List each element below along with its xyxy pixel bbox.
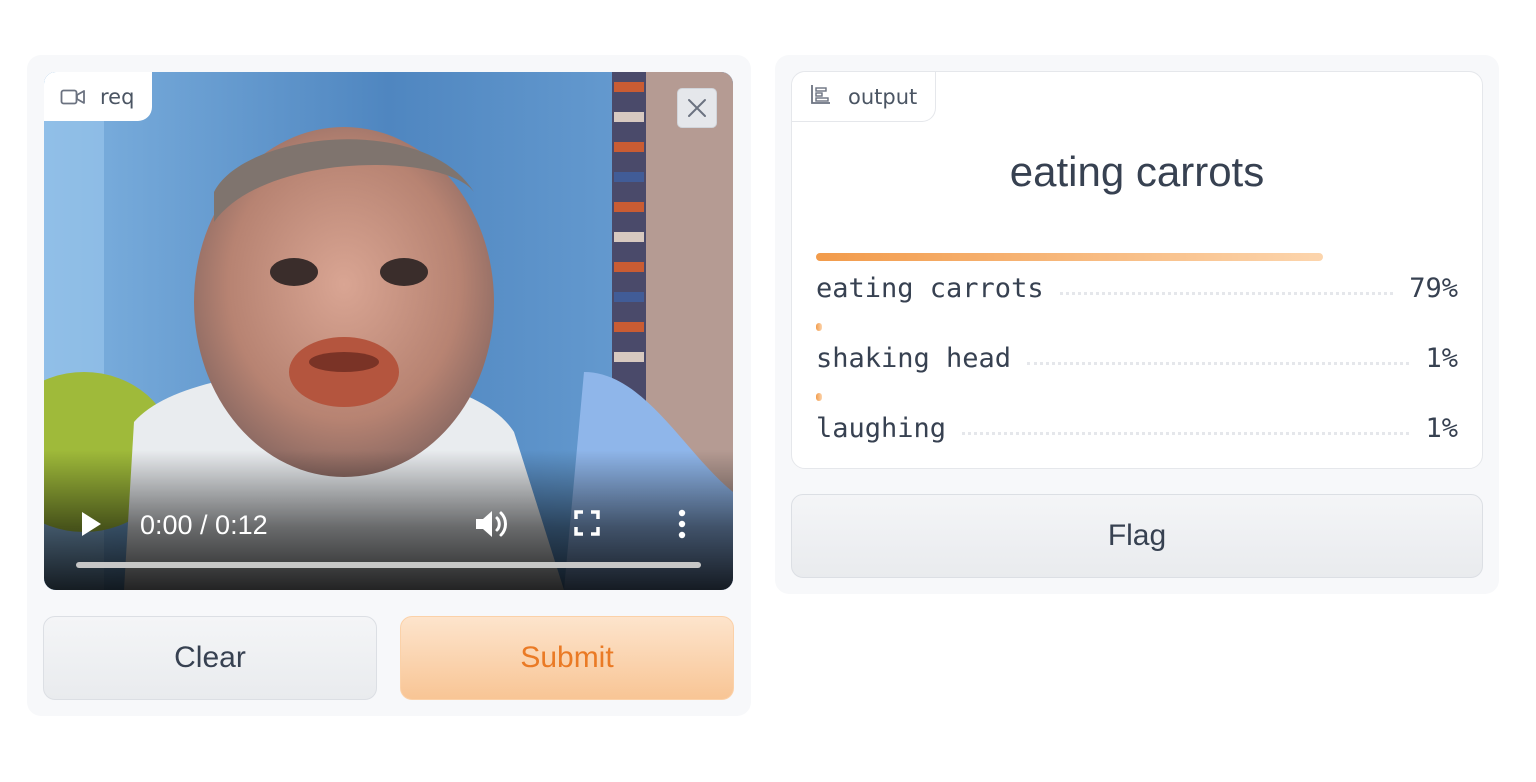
confidence-percent: 1%: [1425, 413, 1458, 444]
confidence-label: laughing: [816, 413, 947, 444]
more-vertical-icon: [678, 509, 686, 539]
confidence-bar: [816, 253, 1324, 261]
submit-button[interactable]: Submit: [400, 616, 734, 700]
input-label-text: req: [100, 84, 135, 109]
flag-button[interactable]: Flag: [791, 494, 1483, 578]
video-controls: 0:00 / 0:12: [44, 450, 733, 590]
video-player[interactable]: req 0:00 / 0:12: [44, 72, 733, 590]
close-icon: [688, 99, 706, 117]
confidence-row[interactable]: laughing 1%: [816, 393, 1458, 444]
volume-button[interactable]: [474, 508, 510, 544]
confidence-bar: [816, 323, 823, 331]
video-camera-icon: [60, 87, 86, 107]
output-label-tag: output: [792, 72, 937, 122]
play-button[interactable]: [80, 511, 102, 541]
input-label-tag: req: [44, 72, 153, 121]
dotted-leader: [1027, 362, 1410, 365]
time-display: 0:00 / 0:12: [140, 510, 268, 540]
confidence-bar: [816, 393, 823, 401]
confidence-percent: 79%: [1409, 273, 1458, 304]
clear-video-button[interactable]: [677, 88, 717, 128]
fullscreen-icon: [574, 510, 600, 536]
input-panel: req 0:00 / 0:12 Clear Submit: [27, 55, 751, 716]
dotted-leader: [962, 432, 1410, 435]
more-options-button[interactable]: [676, 508, 688, 544]
output-panel: output eating carrots eating carrots 79%…: [775, 55, 1499, 594]
clear-button[interactable]: Clear: [43, 616, 377, 700]
play-icon: [82, 512, 101, 536]
fullscreen-button[interactable]: [574, 510, 600, 540]
confidence-label: shaking head: [816, 343, 1012, 374]
label-output: output eating carrots eating carrots 79%…: [791, 71, 1483, 469]
confidence-label: eating carrots: [816, 273, 1044, 304]
confidence-row[interactable]: shaking head 1%: [816, 323, 1458, 374]
dotted-leader: [1059, 292, 1394, 295]
confidence-row[interactable]: eating carrots 79%: [816, 253, 1458, 304]
output-label-text: output: [848, 84, 918, 109]
predicted-label: eating carrots: [1009, 148, 1265, 195]
seek-bar[interactable]: [76, 562, 701, 568]
confidence-percent: 1%: [1425, 343, 1458, 374]
volume-icon: [476, 511, 507, 537]
bar-chart-icon: [810, 83, 832, 110]
